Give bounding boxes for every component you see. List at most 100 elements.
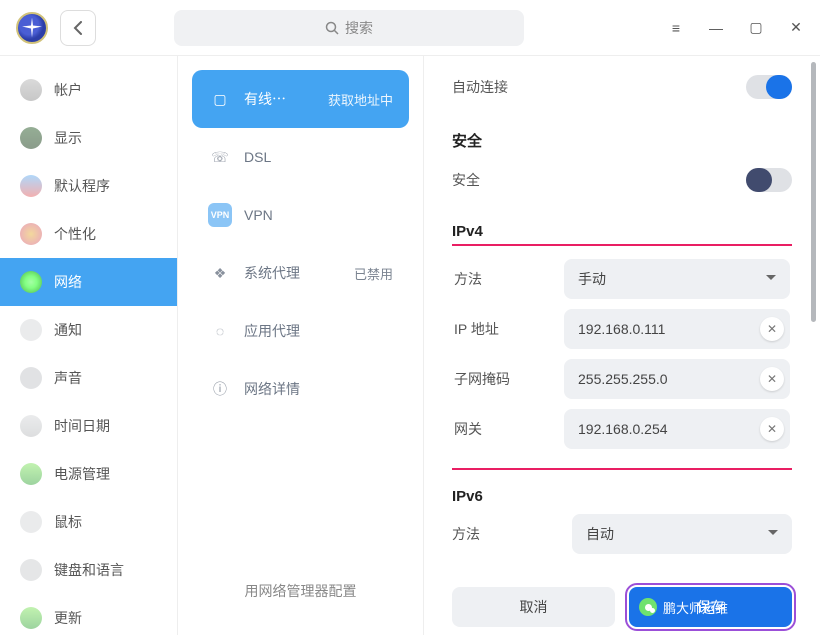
network-tab-label: DSL [244,149,393,165]
auto-connect-toggle[interactable] [746,75,792,99]
vpn-icon: VPN [208,203,232,227]
sidebar-item-mouse[interactable]: 鼠标 [0,498,177,546]
sound-icon [20,367,42,389]
sidebar-item-label: 帐户 [54,80,82,100]
configure-nm-button[interactable]: 用网络管理器配置 [192,561,409,621]
sidebar-item-display[interactable]: 显示 [0,114,177,162]
app-logo-icon [16,12,48,44]
gateway-input[interactable] [578,421,760,437]
clear-mask-button[interactable]: ✕ [760,367,784,391]
sidebar-item-label: 声音 [54,368,82,388]
personalize-icon [20,223,42,245]
keyboard-icon [20,559,42,581]
sidebar-item-update[interactable]: 更新 [0,594,177,635]
mouse-icon [20,511,42,533]
auto-connect-label: 自动连接 [452,77,572,97]
sidebar-item-label: 时间日期 [54,416,110,436]
network-tab-label: VPN [244,207,393,223]
titlebar: 搜索 ≡ — ▢ ✕ [0,0,820,56]
scrollbar-thumb[interactable] [811,62,816,322]
network-tab-wired[interactable]: ▢ 有线⋯ 获取地址中 [192,70,409,128]
notify-icon [20,319,42,341]
gateway-label: 网关 [454,419,564,439]
network-tab-appproxy[interactable]: ◌ 应用代理 [192,302,409,360]
sidebar-item-personalize[interactable]: 个性化 [0,210,177,258]
cancel-button[interactable]: 取消 [452,587,615,627]
account-icon [20,79,42,101]
ipv6-method-select[interactable]: 自动 [572,514,792,554]
appproxy-icon: ◌ [208,319,232,343]
sidebar: 帐户 显示 默认程序 个性化 网络 通知 声音 时间日期 电源管理 鼠标 [0,56,178,635]
sidebar-item-label: 通知 [54,320,82,340]
ipv6-method-label: 方法 [452,524,572,544]
search-icon [325,21,339,35]
network-tab-netdetail[interactable]: ⓘ 网络详情 [192,360,409,418]
sidebar-item-sound[interactable]: 声音 [0,354,177,402]
sidebar-item-notify[interactable]: 通知 [0,306,177,354]
clear-ip-button[interactable]: ✕ [760,317,784,341]
wechat-icon [639,598,657,616]
back-button[interactable] [60,10,96,46]
ipv6-method-value: 自动 [572,514,792,554]
power-icon [20,463,42,485]
menu-icon[interactable]: ≡ [668,20,684,36]
network-tab-label: 有线⋯ [244,89,316,109]
sidebar-item-label: 网络 [54,272,82,292]
sidebar-item-keyboard[interactable]: 键盘和语言 [0,546,177,594]
sidebar-item-datetime[interactable]: 时间日期 [0,402,177,450]
sidebar-item-label: 默认程序 [54,176,110,196]
network-tab-label: 系统代理 [244,263,342,283]
wired-icon: ▢ [208,87,232,111]
ipv4-highlight-box: 方法 手动 IP 地址 ✕ 子网掩码 [452,244,792,470]
clear-gateway-button[interactable]: ✕ [760,417,784,441]
ipv4-method-select[interactable]: 手动 [564,259,790,299]
security-heading: 安全 [452,130,792,151]
security-label: 安全 [452,170,572,190]
close-icon[interactable]: ✕ [788,19,804,36]
network-tab-vpn[interactable]: VPN VPN [192,186,409,244]
ipv4-heading: IPv4 [452,223,792,240]
datetime-icon [20,415,42,437]
sidebar-item-label: 鼠标 [54,512,82,532]
network-tab-dsl[interactable]: ☏ DSL [192,128,409,186]
dsl-icon: ☏ [208,145,232,169]
watermark: 鹏大师运维 [639,587,728,627]
update-icon [20,607,42,629]
network-tab-label: 应用代理 [244,321,393,341]
network-icon [20,271,42,293]
detail-panel: 自动连接 安全 安全 IPv4 方法 手动 [424,56,820,635]
network-tab-status: 获取地址中 [328,90,393,109]
subnet-mask-label: 子网掩码 [454,369,564,389]
network-tab-status: 已禁用 [354,264,393,283]
sidebar-item-label: 电源管理 [54,464,110,484]
sidebar-item-power[interactable]: 电源管理 [0,450,177,498]
network-tab-sysproxy[interactable]: ❖ 系统代理 已禁用 [192,244,409,302]
subnet-mask-input[interactable] [578,371,760,387]
sidebar-item-label: 显示 [54,128,82,148]
netdetail-icon: ⓘ [208,377,232,401]
watermark-text: 鹏大师运维 [663,598,728,617]
search-input[interactable]: 搜索 [174,10,524,46]
ipv4-method-label: 方法 [454,269,564,289]
sidebar-item-network[interactable]: 网络 [0,258,177,306]
search-placeholder: 搜索 [345,18,373,38]
sysproxy-icon: ❖ [208,261,232,285]
sidebar-item-label: 更新 [54,608,82,628]
sidebar-item-default[interactable]: 默认程序 [0,162,177,210]
minimize-icon[interactable]: — [708,20,724,36]
security-toggle[interactable] [746,168,792,192]
sidebar-item-account[interactable]: 帐户 [0,66,177,114]
ip-address-input[interactable] [578,321,760,337]
chevron-left-icon [73,21,83,35]
save-button[interactable]: 保存 鹏大师运维 [629,587,792,627]
maximize-icon[interactable]: ▢ [748,19,764,36]
sidebar-item-label: 键盘和语言 [54,560,124,580]
display-icon [20,127,42,149]
ip-address-label: IP 地址 [454,319,564,339]
default-icon [20,175,42,197]
sidebar-item-label: 个性化 [54,224,96,244]
network-type-panel: ▢ 有线⋯ 获取地址中☏ DSL VPN VPN ❖ 系统代理 已禁用◌ 应用代… [178,56,424,635]
network-tab-label: 网络详情 [244,379,393,399]
ipv6-heading: IPv6 [452,488,792,505]
ipv4-method-value: 手动 [564,259,790,299]
